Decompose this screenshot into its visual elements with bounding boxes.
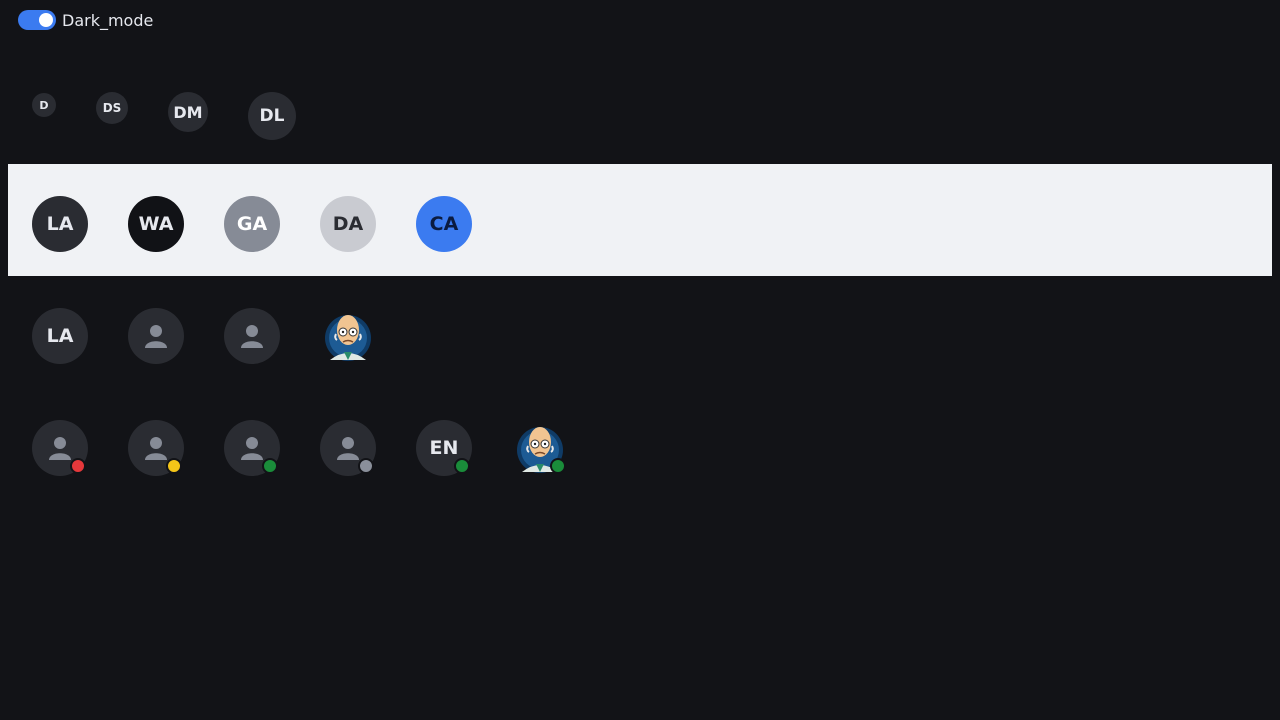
person-icon: [145, 325, 167, 348]
avatar-initials: D: [39, 98, 49, 112]
avatar-person-status-offline: [320, 420, 376, 476]
avatar-initials: DA: [332, 213, 364, 235]
person-icon: [241, 437, 263, 460]
avatar-initials: WA: [138, 213, 174, 235]
avatar-initials: DS: [102, 101, 122, 115]
person-icon: [241, 325, 263, 348]
avatar-person-status-busy: [32, 420, 88, 476]
person-icon: [337, 437, 359, 460]
status-dot-green: [454, 458, 470, 474]
avatar-person: [128, 308, 184, 364]
avatar-initials: LA: [46, 325, 74, 347]
status-dot-gray: [358, 458, 374, 474]
avatar-color-light: DA: [320, 196, 376, 252]
avatar-image-status-online: [512, 420, 568, 476]
person-icon: [145, 437, 167, 460]
avatar-initials: EN: [429, 437, 459, 459]
avatar-color-black: WA: [128, 196, 184, 252]
color-variant-band: [8, 164, 1272, 276]
avatar-initials: CA: [429, 213, 459, 235]
avatar-size-md: DM: [168, 92, 208, 132]
avatar-image: [320, 308, 376, 364]
avatar-initials: LA: [46, 213, 74, 235]
avatar-initials: GA: [236, 213, 268, 235]
avatar-initials: DL: [259, 106, 285, 126]
avatar-initials: DM: [173, 102, 203, 122]
dark-mode-label: Dark_mode: [62, 10, 154, 30]
status-dot-red: [70, 458, 86, 474]
avatar-initials-en-status-online: EN: [416, 420, 472, 476]
avatar-person-status-away: [128, 420, 184, 476]
avatar-person: [224, 308, 280, 364]
dark-mode-toggle[interactable]: [18, 10, 56, 30]
status-dot-yellow: [166, 458, 182, 474]
avatar-size-xs: D: [32, 93, 56, 117]
professor-portrait-icon: [325, 315, 371, 361]
toggle-knob: [39, 13, 53, 27]
avatar-initials-la: LA: [32, 308, 88, 364]
avatar-color-dark: LA: [32, 196, 88, 252]
dark-mode-toggle-group: Dark_mode: [18, 10, 153, 30]
avatar-size-lg: DL: [248, 92, 296, 140]
status-dot-green: [550, 458, 566, 474]
avatar-size-sm: DS: [96, 92, 128, 124]
avatar-color-blue: CA: [416, 196, 472, 252]
avatar-person-status-online: [224, 420, 280, 476]
status-dot-green: [262, 458, 278, 474]
avatar-color-gray: GA: [224, 196, 280, 252]
person-icon: [49, 437, 71, 460]
